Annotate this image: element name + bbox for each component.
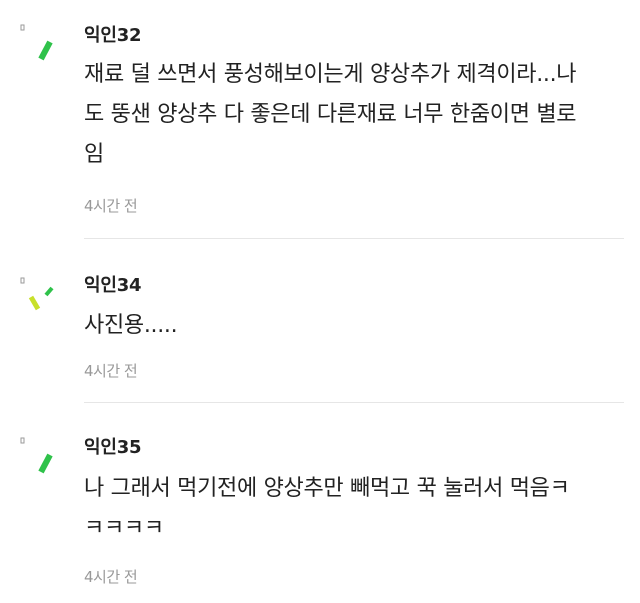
comment-item: 익인35 나 그래서 먹기전에 양상추만 빼먹고 꾹 눌러서 먹음ㅋ ㅋㅋㅋㅋ …	[0, 403, 640, 603]
avatar-green-slash-icon[interactable]	[18, 435, 66, 483]
avatar-green-yellow-slashes-icon[interactable]	[18, 275, 66, 323]
comment-time: 4시간 전	[84, 197, 138, 215]
comment-time: 4시간 전	[84, 362, 138, 380]
comment-item: 익인32 재료 덜 쓰면서 풍성해보이는게 양상추가 제격이라...나 도 뚱샌…	[0, 0, 640, 239]
comment-text: 사진용.....	[84, 313, 178, 338]
comment-author[interactable]: 익인32	[84, 25, 142, 47]
avatar-green-slash-icon[interactable]	[18, 22, 66, 70]
comment-text: 재료 덜 쓰면서 풍성해보이는게 양상추가 제격이라...나 도 뚱샌 양상추 …	[84, 62, 577, 167]
comment-author[interactable]: 익인34	[84, 275, 142, 297]
comment-time: 4시간 전	[84, 568, 138, 586]
comment-item: 익인34 사진용..... 4시간 전	[0, 239, 640, 403]
comment-author[interactable]: 익인35	[84, 437, 142, 459]
comment-text: 나 그래서 먹기전에 양상추만 빼먹고 꾹 눌러서 먹음ㅋ ㅋㅋㅋㅋ	[84, 476, 570, 541]
